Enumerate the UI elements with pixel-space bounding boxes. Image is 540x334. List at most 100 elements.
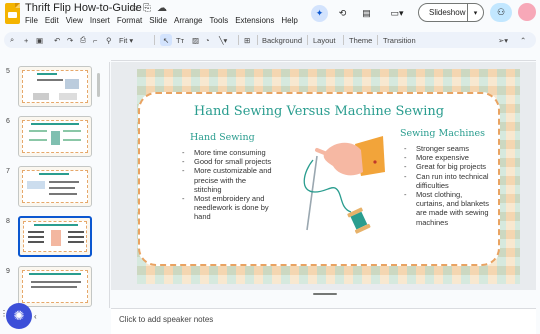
menu-insert[interactable]: Insert [90,16,110,25]
button-dot [373,160,377,164]
comment-icon[interactable]: ⊞ [244,34,250,46]
select-tool-icon[interactable]: ↖ [160,34,172,46]
vertical-ruler[interactable] [104,62,110,308]
theme-button[interactable]: Theme [349,34,372,46]
thumbnail-image [27,181,45,189]
pointer-mode-icon[interactable]: ➢▾ [498,34,508,46]
slide-thumbnail[interactable] [18,266,92,307]
thumbnail-text [68,231,84,233]
list-item: Most clothing, curtains, and blankets ar… [402,190,492,227]
filmstrip-scrollbar[interactable] [97,73,100,97]
slide-thumbnail-selected[interactable] [18,216,92,257]
right-list[interactable]: Stronger seams More expensive Great for … [402,144,492,227]
divider [257,35,258,45]
divider [154,35,155,45]
thumbnail-text [29,139,47,141]
thumbnail-text [28,236,44,238]
thumbnail-title [34,224,78,226]
thumbnail-image [65,79,79,89]
menu-extensions[interactable]: Extensions [235,16,274,25]
layout-button[interactable]: Layout [313,34,336,46]
left-list[interactable]: More time consuming Good for small proje… [180,148,272,222]
meet-icon[interactable]: ▭▾ [385,5,409,22]
menu-view[interactable]: View [66,16,83,25]
slide-number: 9 [6,268,10,275]
list-item: More expensive [402,153,492,162]
transition-button[interactable]: Transition [383,34,416,46]
thumbnail-text [29,130,47,132]
list-item: Stronger seams [402,144,492,153]
shape-icon[interactable]: ◔ [205,34,210,46]
app-header: Thrift Flip How-to-Guide ☆ ⎘ ☁ File Edit… [0,0,540,30]
zoom-icon[interactable]: ⚲ [106,34,112,46]
thumbnail-image [51,131,60,145]
move-folder-icon[interactable]: ⎘ [143,3,151,14]
redo-icon[interactable]: ↷ [67,34,73,46]
notes-resize-handle[interactable] [313,293,337,295]
slide-thumbnail[interactable] [18,66,92,107]
left-heading[interactable]: Hand Sewing [190,132,255,143]
thumbnail-text [28,231,44,233]
avatar[interactable] [518,3,536,21]
slideshow-dropdown-icon[interactable]: ▾ [467,4,483,21]
thumbnail-image [51,230,61,246]
thumbnail-title [31,123,79,125]
toolbar: ⌕ + ▣ ↶ ↷ ⎙ ⌐ ⚲ Fit ▾ ↖ Tт ▨ ◔ ╲▾ ⊞ Back… [4,32,536,48]
slide-number: 6 [6,118,10,125]
slide-thumbnail[interactable] [18,116,92,157]
speaker-notes[interactable]: Click to add speaker notes [111,308,536,334]
undo-icon[interactable]: ↶ [54,34,60,46]
thumbnail-text [49,187,75,189]
slides-logo-icon[interactable] [5,3,20,24]
thumbnail-image [33,93,49,100]
slide-thumbnail[interactable] [18,166,92,207]
print-icon[interactable]: ⎙ [80,34,86,46]
collapse-filmstrip-icon[interactable]: ‹ [34,312,37,321]
slide-content-panel[interactable]: Hand Sewing Versus Machine Sewing Hand S… [138,92,500,266]
horizontal-ruler[interactable] [111,52,536,61]
collapse-toolbar-icon[interactable]: ⌃ [520,34,526,46]
divider [307,35,308,45]
sewing-illustration[interactable] [295,132,385,244]
search-menus-icon[interactable]: ⌕ [10,34,14,46]
new-slide-icon[interactable]: + [24,34,28,46]
slide-title[interactable]: Hand Sewing Versus Machine Sewing [140,104,498,119]
thumbnail-text [31,286,77,288]
new-slide-dropdown-icon[interactable]: ▣ [36,34,43,46]
menu-file[interactable]: File [25,16,38,25]
menu-edit[interactable]: Edit [45,16,59,25]
document-title[interactable]: Thrift Flip How-to-Guide [25,2,142,14]
zoom-value: Fit [119,35,128,45]
more-options-icon[interactable]: ⋮ [0,309,8,323]
share-button[interactable]: ⚇ [490,3,512,22]
star-icon[interactable]: ☆ [130,3,139,14]
thumbnail-title [37,73,57,75]
menu-help[interactable]: Help [281,16,297,25]
right-heading[interactable]: Sewing Machines [400,128,485,139]
comments-icon[interactable]: ▤ [358,5,375,22]
gemini-icon[interactable]: ✦ [311,5,328,22]
thumbnail-text [37,79,63,81]
slideshow-button[interactable]: Slideshow ▾ [418,3,484,22]
thumbnail-text [28,241,44,243]
menu-arrange[interactable]: Arrange [174,16,202,25]
slide-number: 5 [6,68,10,75]
divider [343,35,344,45]
zoom-select[interactable]: Fit ▾ [119,34,133,46]
history-icon[interactable]: ⟲ [334,5,351,22]
image-icon[interactable]: ▨ [192,34,199,46]
hand-shape [323,142,363,176]
text-box-icon[interactable]: Tт [176,34,184,46]
cloud-status-icon[interactable]: ☁ [157,3,167,14]
gemini-fab-icon[interactable]: ✺ [6,303,32,329]
list-item: More time consuming [180,148,272,157]
background-button[interactable]: Background [262,34,302,46]
line-icon[interactable]: ╲▾ [219,34,227,46]
menu-slide[interactable]: Slide [149,16,167,25]
menu-format[interactable]: Format [117,16,142,25]
divider [377,35,378,45]
add-person-icon: ⚇ [496,7,506,17]
menu-tools[interactable]: Tools [210,16,229,25]
filmstrip: 5 6 7 8 9 [0,52,104,308]
paint-format-icon[interactable]: ⌐ [93,34,97,46]
